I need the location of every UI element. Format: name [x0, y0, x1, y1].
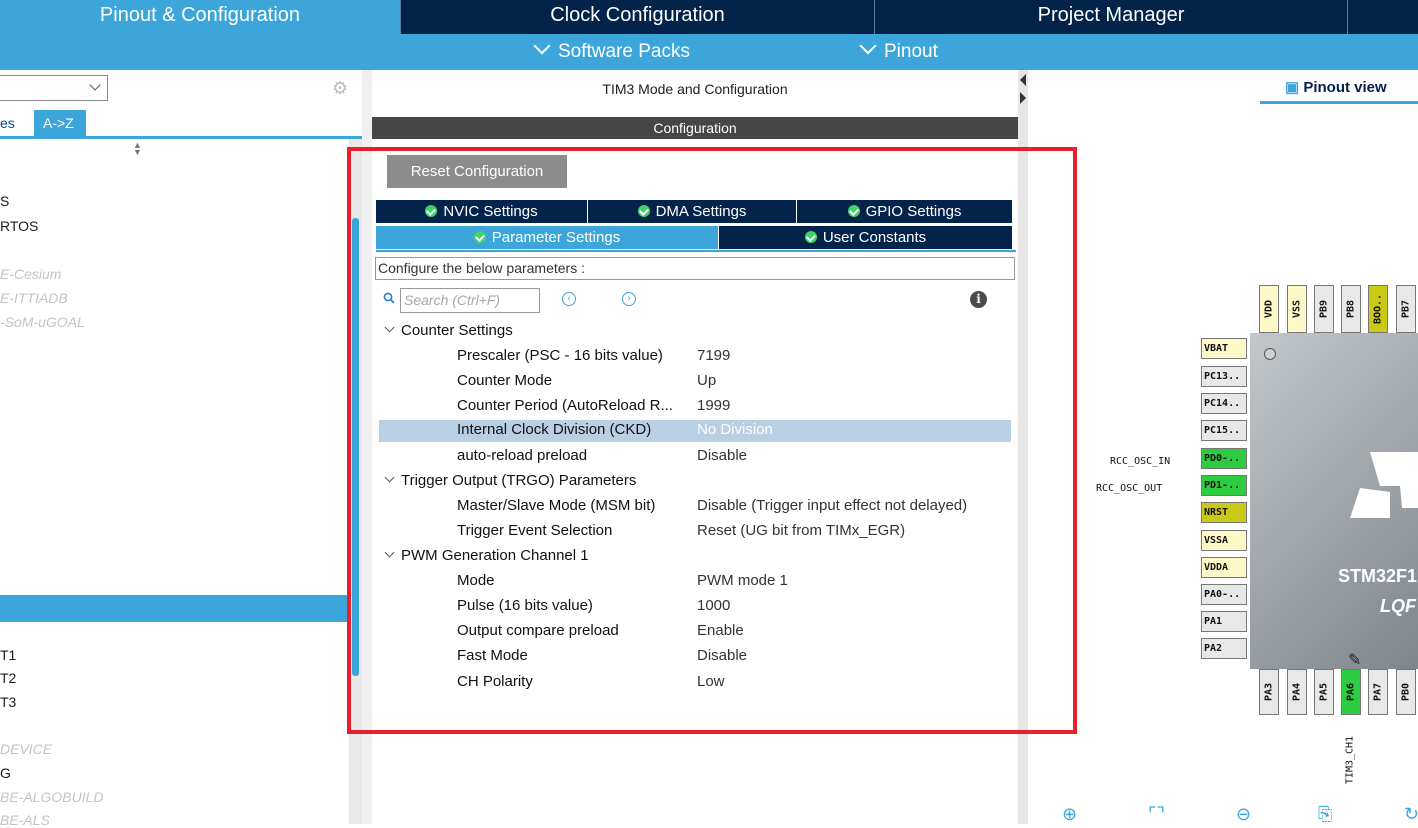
mode-title: TIM3 Mode and Configuration — [372, 72, 1018, 106]
fit-screen-icon[interactable]: ⌜⌝ — [1148, 804, 1165, 825]
tab-underline — [1260, 101, 1418, 104]
pin-pa4[interactable]: PA4 — [1287, 669, 1307, 715]
top-tab-bar: Pinout & Configuration Clock Configurati… — [0, 0, 1418, 34]
pinout-view-tab[interactable]: ▣ Pinout view — [1285, 78, 1387, 96]
list-item[interactable]: -SoM-uGOAL — [0, 314, 85, 330]
pin-pa1[interactable]: PA1 — [1201, 611, 1247, 632]
list-item[interactable]: BE-ALGOBUILD — [0, 789, 103, 805]
list-item[interactable]: E-ITTIADB — [0, 290, 68, 306]
highlight-box — [347, 147, 1077, 734]
pin-vbat[interactable]: VBAT — [1201, 338, 1247, 359]
pin-pb0[interactable]: PB0 — [1396, 669, 1416, 715]
tim-label-text: TIM3_CH1 — [1344, 735, 1356, 785]
pin-vdd[interactable]: VDD — [1259, 285, 1279, 333]
pin-pa7[interactable]: PA7 — [1368, 669, 1388, 715]
pin-label: PA6 — [1345, 682, 1357, 702]
signal-label: RCC_OSC_IN — [1110, 456, 1171, 467]
pin-vdda[interactable]: VDDA — [1201, 557, 1247, 578]
pin-pb8[interactable]: PB8 — [1341, 285, 1361, 333]
pin-label: PB0 — [1400, 682, 1412, 702]
tim-signal-label: TIM3_CH1 — [1330, 728, 1370, 792]
tab-a-z[interactable]: A->Z — [34, 110, 86, 136]
pinout-menu-label: Pinout — [884, 41, 938, 62]
pin-label: VSS — [1291, 299, 1303, 319]
zoom-out-icon[interactable]: ⊖ — [1236, 804, 1251, 825]
list-item[interactable]: BE-ALS — [0, 812, 50, 828]
expand-right-icon[interactable] — [1020, 92, 1026, 104]
chevron-down-icon — [89, 79, 101, 91]
pin-pd1[interactable]: PD1-.. — [1201, 475, 1247, 496]
list-item[interactable]: T1 — [0, 647, 16, 663]
pin-pa3[interactable]: PA3 — [1259, 669, 1279, 715]
pin-label: PA4 — [1291, 682, 1303, 702]
chevron-down-icon — [533, 37, 551, 55]
pin-label: BOO.. — [1372, 293, 1384, 325]
software-packs-menu[interactable]: Software Packs — [532, 34, 690, 70]
chip-icon: ▣ — [1285, 79, 1304, 96]
sort-icon[interactable]: ▲ ▼ — [133, 141, 142, 157]
pin-pb9[interactable]: PB9 — [1314, 285, 1334, 333]
signal-label: RCC_OSC_OUT — [1096, 483, 1163, 494]
chevron-down-icon — [859, 37, 877, 55]
pin-pa5[interactable]: PA5 — [1314, 669, 1334, 715]
rotate-icon[interactable]: ⎘ — [1318, 804, 1332, 825]
pin-boot0[interactable]: BOO.. — [1368, 285, 1388, 333]
list-item[interactable]: T3 — [0, 694, 16, 710]
tab-separator — [1347, 0, 1348, 34]
pinout-menu[interactable]: Pinout — [858, 34, 938, 70]
list-item[interactable]: T2 — [0, 670, 16, 686]
category-select[interactable] — [0, 75, 108, 101]
pin-pa2[interactable]: PA2 — [1201, 638, 1247, 659]
pin-nrst[interactable]: NRST — [1201, 502, 1247, 523]
tab-pinout-configuration[interactable]: Pinout & Configuration — [0, 0, 400, 34]
pinout-view-label: Pinout view — [1303, 79, 1387, 96]
pin-label: PA5 — [1318, 682, 1330, 702]
pin-pc15[interactable]: PC15.. — [1201, 420, 1247, 441]
pin-label: PA3 — [1263, 682, 1275, 702]
section-header[interactable] — [0, 595, 352, 622]
list-item[interactable]: G — [0, 765, 11, 781]
zoom-in-icon[interactable]: ⊕ — [1062, 804, 1077, 825]
gear-icon[interactable]: ⚙ — [332, 79, 350, 97]
list-item[interactable]: S — [0, 193, 9, 209]
pin-pa0[interactable]: PA0-.. — [1201, 584, 1247, 605]
pin-vss[interactable]: VSS — [1287, 285, 1307, 333]
pin-pd0[interactable]: PD0-.. — [1201, 448, 1247, 469]
categories-panel — [0, 70, 362, 824]
pushpin-icon: ✎ — [1348, 652, 1362, 669]
configuration-header: Configuration — [372, 117, 1018, 139]
pin1-marker — [1264, 348, 1276, 360]
collapse-left-icon[interactable] — [1020, 74, 1026, 86]
chip-name: STM32F1 — [1338, 566, 1418, 586]
list-item[interactable]: DEVICE — [0, 741, 52, 757]
tab-project-manager[interactable]: Project Manager — [875, 0, 1347, 34]
list-item[interactable]: E-Cesium — [0, 266, 61, 282]
pin-label: PB9 — [1318, 299, 1330, 319]
pin-vssa[interactable]: VSSA — [1201, 530, 1247, 551]
tab-underline — [0, 136, 362, 139]
list-item[interactable]: RTOS — [0, 218, 38, 234]
sub-menu-bar: Software Packs Pinout — [0, 34, 1418, 70]
chip-package: LQF — [1380, 596, 1416, 616]
pin-label: VDD — [1263, 299, 1275, 319]
pin-pa6[interactable]: PA6 — [1341, 669, 1361, 715]
pin-pc14[interactable]: PC14.. — [1201, 393, 1247, 414]
pin-label: PA7 — [1372, 682, 1384, 702]
software-packs-label: Software Packs — [558, 41, 690, 62]
tab-clock-configuration[interactable]: Clock Configuration — [401, 0, 874, 34]
pin-label: PB8 — [1345, 299, 1357, 319]
pin-pc13[interactable]: PC13.. — [1201, 366, 1247, 387]
st-logo — [1350, 452, 1418, 518]
tab-categories[interactable]: es — [0, 110, 32, 136]
pin-label: PB7 — [1400, 299, 1412, 319]
reset-view-icon[interactable]: ↻ — [1404, 804, 1418, 825]
pin-pb7[interactable]: PB7 — [1396, 285, 1416, 333]
